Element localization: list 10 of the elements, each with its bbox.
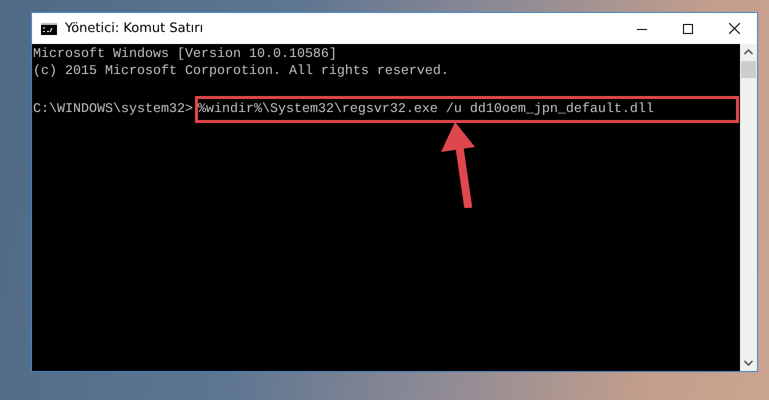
maximize-icon[interactable] (683, 24, 693, 34)
window-title: Yönetici: Komut Satırı (65, 21, 204, 36)
scrollbar-thumb[interactable] (741, 61, 756, 78)
scrollbar[interactable] (740, 44, 757, 371)
console-line: (c) 2015 Microsoft Corporotion. All rights reserved. (33, 63, 450, 80)
highlighted-command: %windir%\System32\regsvr32.exe /u dd10oem_jpn_default.dll (194, 96, 739, 123)
close-icon[interactable] (728, 23, 740, 34)
console-icon (41, 22, 57, 34)
command-prompt: C:\WINDOWS\system32> (33, 101, 193, 118)
console-line: Microsoft Windows [Version 10.0.10586] (33, 46, 338, 63)
